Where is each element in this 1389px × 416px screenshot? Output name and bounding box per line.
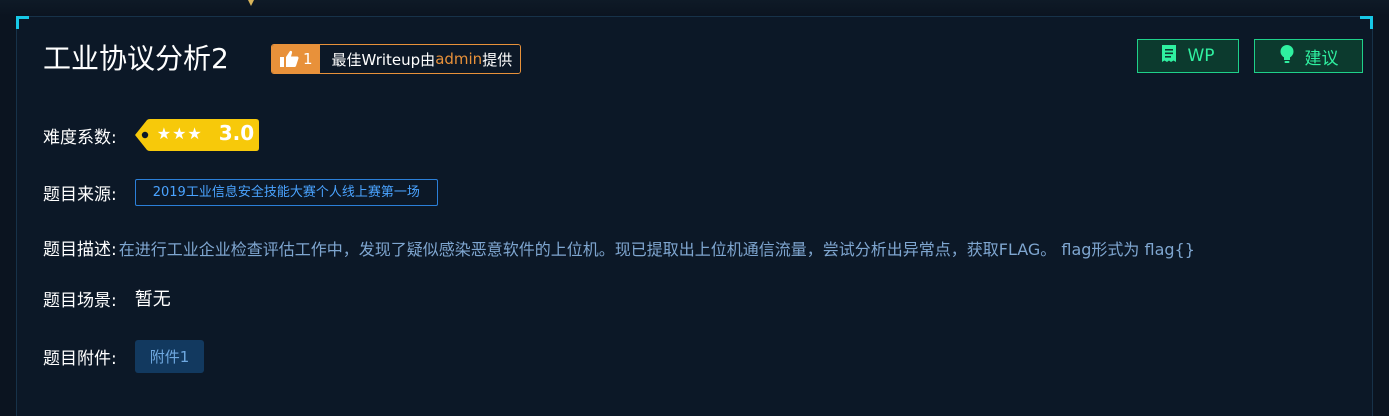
source-tag[interactable]: 2019工业信息安全技能大赛个人线上赛第一场 [134, 179, 438, 206]
like-counter[interactable]: 1 [272, 45, 320, 73]
challenge-title: 工业协议分析2 [43, 42, 229, 75]
difficulty-label: 难度系数: [43, 127, 117, 148]
challenge-panel: 工业协议分析2 1 最佳Writeup由 admin 提供 WP 建议 难度系数… [16, 16, 1373, 416]
description-label: 题目描述: [43, 240, 117, 260]
difficulty-tag: ★★★ 3.0 [134, 118, 259, 152]
attachment-label: 题目附件: [43, 349, 117, 369]
description-text: 在进行工业企业检查评估工作中，发现了疑似感染恶意软件的上位机。现已提取出上位机通… [118, 239, 1195, 259]
scene-value: 暂无 [134, 289, 171, 310]
best-writeup-suffix: 提供 [482, 50, 513, 69]
best-writeup-badge[interactable]: 1 最佳Writeup由 admin 提供 [271, 44, 522, 74]
attachment-download-button[interactable]: 附件1 [134, 340, 205, 373]
scene-label: 题目场景: [43, 290, 117, 311]
wp-button-label: WP [1187, 46, 1215, 66]
panel-corner-decoration [1360, 16, 1373, 29]
suggestion-button-label: 建议 [1304, 48, 1339, 69]
best-writeup-text: 最佳Writeup由 admin 提供 [319, 45, 521, 73]
thumbs-up-icon [279, 50, 299, 68]
attachment-row: 题目附件: 附件1 [43, 340, 205, 373]
suggestion-button[interactable]: 建议 [1254, 39, 1363, 73]
panel-corner-decoration [16, 16, 29, 29]
like-count: 1 [303, 50, 313, 68]
difficulty-value: 3.0 [218, 121, 255, 145]
difficulty-stars: ★★★ [156, 124, 203, 143]
top-banner-edge [0, 0, 1389, 16]
decorative-spark [248, 0, 254, 6]
description-row: 题目描述: 在进行工业企业检查评估工作中，发现了疑似感染恶意软件的上位机。现已提… [43, 235, 1195, 261]
scene-row: 题目场景: 暂无 [43, 285, 171, 311]
best-writeup-prefix: 最佳Writeup由 [331, 50, 436, 69]
best-writeup-user[interactable]: admin [435, 50, 482, 68]
source-label: 题目来源: [43, 185, 117, 205]
difficulty-row: 难度系数: ★★★ 3.0 [43, 118, 259, 152]
source-row: 题目来源: 2019工业信息安全技能大赛个人线上赛第一场 [43, 179, 438, 206]
wp-button[interactable]: WP [1137, 39, 1239, 73]
lightbulb-icon [1279, 44, 1295, 69]
document-icon [1161, 44, 1177, 69]
